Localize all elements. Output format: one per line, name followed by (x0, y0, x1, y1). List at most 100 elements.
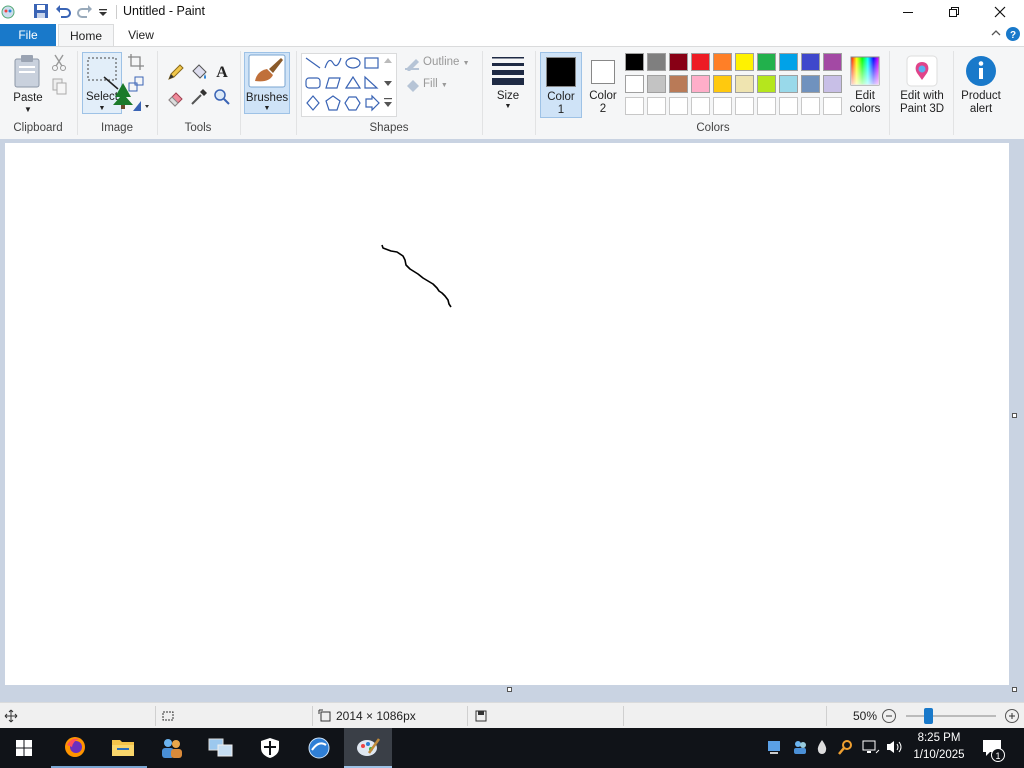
palette-swatch[interactable] (779, 53, 798, 71)
custom-color-slot[interactable] (647, 97, 666, 115)
tray-time[interactable]: 8:25 PM (909, 732, 969, 744)
taskbar-windows-security[interactable] (246, 728, 294, 768)
redo-icon[interactable] (77, 3, 93, 19)
taskbar-paint[interactable] (344, 728, 392, 768)
text-tool-icon[interactable]: A (212, 61, 232, 81)
tab-home[interactable]: Home (58, 24, 114, 46)
people-app-icon (162, 739, 182, 758)
color1-button[interactable]: Color 1 (540, 52, 582, 118)
palette-swatch[interactable] (669, 53, 688, 71)
custom-color-slot[interactable] (691, 97, 710, 115)
tray-droplet-icon[interactable] (816, 739, 828, 758)
cut-icon[interactable] (50, 53, 70, 73)
taskbar-app-network[interactable] (197, 728, 245, 768)
minimize-button[interactable] (885, 0, 931, 24)
help-icon[interactable]: ? (1005, 26, 1021, 45)
palette-swatch[interactable] (691, 53, 710, 71)
brushes-dropdown-icon: ▼ (263, 105, 271, 112)
custom-color-slot[interactable] (669, 97, 688, 115)
save-icon[interactable] (33, 3, 49, 19)
resize-handle-corner[interactable] (1012, 687, 1017, 692)
palette-swatch[interactable] (823, 75, 842, 93)
custom-color-slot[interactable] (779, 97, 798, 115)
paste-button[interactable]: Paste ▼ (10, 53, 46, 114)
size-button[interactable]: Size ▼ (488, 53, 528, 117)
zoom-slider-track[interactable] (906, 715, 996, 717)
shapes-group-label: Shapes (369, 122, 409, 134)
pencil-icon[interactable] (166, 62, 186, 82)
palette-swatch[interactable] (669, 75, 688, 93)
outline-label: Outline (423, 56, 460, 68)
palette-swatch[interactable] (691, 75, 710, 93)
palette-swatch[interactable] (713, 53, 732, 71)
zoom-out-button[interactable] (881, 708, 897, 727)
palette-swatch[interactable] (801, 53, 820, 71)
palette-swatch[interactable] (757, 53, 776, 71)
crop-icon[interactable] (127, 53, 147, 73)
outline-button[interactable]: Outline ▼ (423, 56, 470, 68)
tray-people-icon[interactable] (792, 739, 808, 758)
rotate-icon[interactable] (130, 97, 150, 117)
taskbar-file-explorer[interactable] (99, 728, 147, 768)
resize-icon[interactable] (127, 75, 147, 95)
tray-search-icon[interactable] (838, 739, 854, 758)
taskbar-app-people[interactable] (148, 728, 196, 768)
palette-swatch[interactable] (757, 75, 776, 93)
tab-view[interactable]: View (116, 24, 166, 46)
palette-swatch[interactable] (625, 53, 644, 71)
palette-swatch[interactable] (713, 75, 732, 93)
color2-button[interactable]: Color 2 (584, 52, 622, 118)
custom-color-slot[interactable] (801, 97, 820, 115)
product-alert-button[interactable]: Product alert (956, 52, 1006, 118)
palette-swatch[interactable] (735, 53, 754, 71)
globe-app-icon (308, 737, 330, 759)
palette-swatch[interactable] (823, 53, 842, 71)
restore-button[interactable] (931, 0, 977, 24)
custom-color-slot[interactable] (735, 97, 754, 115)
status-separator (155, 706, 156, 726)
tray-network-icon[interactable] (862, 739, 880, 758)
custom-color-slot[interactable] (625, 97, 644, 115)
edit-with-paint3d-button[interactable]: Edit with Paint 3D (894, 52, 950, 118)
tray-date[interactable]: 1/10/2025 (909, 749, 969, 761)
brushes-button[interactable]: Brushes ▼ (244, 52, 290, 114)
ribbon-separator (296, 51, 297, 135)
magnifier-icon[interactable] (212, 87, 232, 107)
palette-swatch[interactable] (735, 75, 754, 93)
shapes-gallery[interactable] (301, 53, 397, 117)
palette-swatch[interactable] (625, 75, 644, 93)
product-alert-label-line1: Product (961, 90, 1001, 102)
custom-color-slot[interactable] (757, 97, 776, 115)
tray-volume-icon[interactable] (886, 739, 904, 758)
palette-swatch[interactable] (801, 75, 820, 93)
fill-bucket-icon[interactable] (189, 62, 209, 82)
product-alert-label-line2: alert (969, 103, 993, 115)
ribbon-separator (240, 51, 241, 135)
eraser-icon[interactable] (166, 87, 186, 107)
fill-button[interactable]: Fill ▼ (423, 78, 448, 90)
custom-color-slot[interactable] (713, 97, 732, 115)
drawing-canvas[interactable] (5, 143, 1009, 685)
taskbar-app-globe[interactable] (295, 728, 343, 768)
palette-swatch[interactable] (647, 75, 666, 93)
edit-colors-button[interactable]: Edit colors (846, 52, 884, 118)
copy-icon[interactable] (50, 77, 70, 97)
ribbon-separator (535, 51, 536, 135)
custom-color-slot[interactable] (823, 97, 842, 115)
customize-quick-access-icon[interactable] (97, 3, 113, 19)
close-button[interactable] (977, 0, 1023, 24)
palette-swatch[interactable] (647, 53, 666, 71)
resize-handle-bottom[interactable] (507, 687, 512, 692)
zoom-slider-thumb[interactable] (924, 708, 933, 724)
resize-handle-right[interactable] (1012, 413, 1017, 418)
collapse-ribbon-icon[interactable] (990, 27, 1002, 42)
tray-network-adapter-icon[interactable] (767, 740, 781, 759)
tab-file[interactable]: File (0, 24, 56, 46)
start-button[interactable] (0, 728, 48, 768)
color-picker-icon[interactable] (189, 87, 209, 107)
ribbon-tabs: File Home View ? (0, 24, 1024, 46)
taskbar-firefox[interactable] (51, 728, 99, 768)
zoom-in-button[interactable] (1004, 708, 1020, 727)
undo-icon[interactable] (55, 3, 71, 19)
palette-swatch[interactable] (779, 75, 798, 93)
